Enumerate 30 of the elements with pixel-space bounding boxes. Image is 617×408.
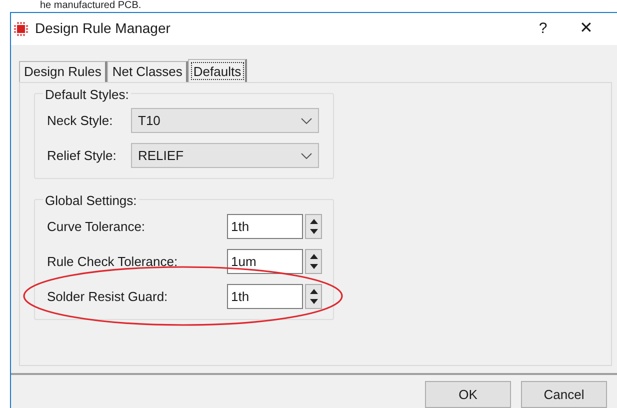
caption-text: he manufactured PCB. — [40, 0, 142, 12]
down-arrow-icon — [310, 264, 318, 269]
tab[interactable]: Defaults — [188, 59, 248, 84]
input-field[interactable]: 1th — [227, 214, 303, 240]
up-arrow-icon — [310, 254, 318, 260]
dropdown[interactable]: RELIEF — [131, 143, 319, 168]
input-field[interactable]: 1th — [227, 284, 303, 310]
field-label: Solder Resist Guard: — [47, 288, 169, 306]
tab[interactable]: Net Classes — [107, 61, 188, 82]
input-field[interactable]: 1um — [227, 249, 303, 274]
dropdown[interactable]: T10 — [131, 108, 319, 134]
spin-button[interactable] — [305, 284, 322, 310]
field-label: Neck Style: — [47, 112, 114, 130]
spin-button[interactable] — [305, 214, 322, 240]
chevron-down-icon — [301, 152, 312, 159]
up-arrow-icon — [310, 219, 318, 224]
down-arrow-icon — [310, 298, 318, 304]
chevron-down-icon — [301, 118, 312, 124]
down-arrow-icon — [310, 228, 318, 234]
field-label: Rule Check Tolerance: — [47, 252, 179, 271]
field-label: Curve Tolerance: — [47, 218, 146, 236]
close-button[interactable]: ✕ — [563, 16, 609, 41]
field-label: Relief Style: — [47, 146, 118, 165]
help-button[interactable]: ? — [523, 18, 563, 40]
dialog-button[interactable]: OK — [425, 381, 511, 408]
tab[interactable]: Design Rules — [19, 61, 108, 82]
window-title: Design Rule Manager — [35, 19, 170, 38]
up-arrow-icon — [310, 289, 318, 294]
dialog-button[interactable]: Cancel — [521, 381, 607, 408]
spin-button[interactable] — [305, 249, 322, 274]
